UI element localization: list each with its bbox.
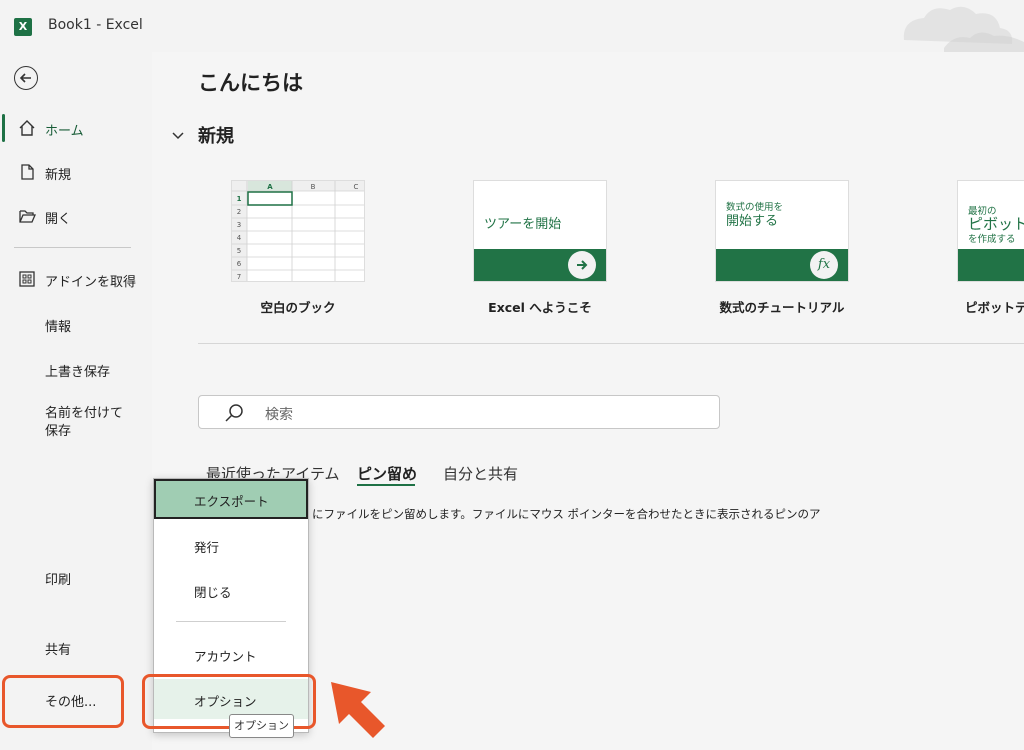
folder-open-icon: [19, 210, 36, 223]
template-caption: Excel へようこそ: [488, 300, 592, 315]
template-caption: 数式のチュートリアル: [719, 300, 845, 315]
function-fx-icon: fx: [810, 251, 838, 279]
green-band: [958, 249, 1024, 281]
back-arrow-icon: [19, 73, 31, 83]
sidebar-item-label: 新規: [45, 168, 72, 183]
sidebar-item-label: 共有: [45, 643, 72, 658]
tab-pinned[interactable]: ピン留め: [357, 463, 417, 484]
excel-app-icon: X: [14, 18, 32, 36]
row-number: 7: [237, 273, 241, 281]
back-button[interactable]: [14, 66, 38, 90]
pointer-arrow-icon: [331, 682, 385, 738]
tab-shared-with-me[interactable]: 自分と共有: [443, 463, 518, 484]
greeting-heading: こんにちは: [198, 71, 303, 95]
arrow-right-icon: [568, 251, 596, 279]
cloud-decoration-icon: [903, 6, 1024, 52]
column-header-c: C: [354, 183, 359, 191]
window-title: Book1 - Excel: [48, 17, 143, 33]
sidebar-item-home[interactable]: ホーム: [0, 108, 152, 148]
spreadsheet-grid-icon: A B C 1 2 3 4 5 6 7: [232, 181, 364, 281]
search-box[interactable]: 検索: [198, 395, 720, 429]
template-pivottable[interactable]: 最初の ピボットテ を作成する ピボットテー: [957, 180, 1024, 316]
row-number: 4: [237, 234, 242, 242]
template-welcome-excel[interactable]: ツアーを開始 Excel へようこそ: [473, 180, 607, 316]
sidebar-item-share[interactable]: 共有: [0, 627, 152, 667]
sidebar-item-label: 印刷: [45, 573, 72, 588]
chevron-down-icon: [172, 129, 188, 143]
sidebar-item-print[interactable]: 印刷: [0, 557, 152, 597]
row-number: 5: [237, 247, 241, 255]
menu-item-label: 閉じる: [194, 585, 232, 600]
thumb-big-text: 開始する: [726, 214, 779, 229]
sidebar-item-label: アドインを取得: [45, 275, 137, 290]
welcome-thumbnail: ツアーを開始: [473, 180, 607, 282]
sidebar-item-save-as[interactable]: 名前を付けて保存: [0, 393, 152, 443]
row-number: 1: [237, 195, 242, 203]
sidebar-item-label: ホーム: [45, 124, 84, 139]
title-bar: X Book1 - Excel: [0, 0, 1024, 52]
sidebar-item-save[interactable]: 上書き保存: [0, 349, 152, 389]
menu-item-publish[interactable]: 発行: [154, 525, 308, 565]
options-tooltip: オプション: [229, 714, 294, 738]
template-formula-tutorial[interactable]: 数式の使用を 開始する fx 数式のチュートリアル: [715, 180, 849, 316]
menu-item-close[interactable]: 閉じる: [154, 570, 308, 610]
pin-instructions: にファイルをピン留めします。ファイルにマウス ポインターを合わせたときに表示され…: [312, 507, 821, 521]
row-number: 3: [237, 221, 241, 229]
template-caption: 空白のブック: [260, 300, 336, 315]
section-divider: [198, 343, 1024, 344]
search-icon: [225, 404, 243, 422]
callout-more-highlight: [2, 675, 124, 728]
new-section-title: 新規: [198, 126, 234, 147]
row-number: 2: [237, 208, 241, 216]
menu-item-account[interactable]: アカウント: [154, 634, 308, 674]
sidebar-item-open[interactable]: 開く: [0, 196, 152, 236]
sidebar-divider: [14, 247, 131, 248]
row-number: 6: [237, 260, 242, 268]
sidebar-item-new[interactable]: 新規: [0, 152, 152, 192]
active-tab-indicator: [357, 484, 415, 486]
sidebar-item-label: 情報: [45, 320, 72, 335]
sidebar-item-label: 名前を付けて保存: [45, 406, 124, 439]
new-document-icon: [21, 164, 34, 180]
sidebar-item-label: 上書き保存: [45, 365, 111, 380]
sidebar-item-label: 開く: [45, 212, 72, 227]
new-section-header[interactable]: 新規: [172, 122, 234, 148]
blank-workbook-thumbnail: A B C 1 2 3 4 5 6 7: [231, 180, 365, 282]
search-placeholder: 検索: [265, 407, 293, 423]
pivot-thumbnail: 最初の ピボットテ を作成する: [957, 180, 1024, 282]
template-blank-workbook[interactable]: A B C 1 2 3 4 5 6 7 空白のブック: [231, 180, 365, 316]
menu-item-label: エクスポート: [194, 494, 269, 509]
menu-divider: [176, 621, 286, 622]
column-header-b: B: [311, 183, 316, 191]
template-caption: ピボットテー: [965, 300, 1024, 315]
home-icon: [19, 120, 35, 136]
menu-item-label: 発行: [194, 540, 220, 555]
thumb-text: ツアーを開始: [484, 217, 562, 232]
sidebar-item-info[interactable]: 情報: [0, 304, 152, 344]
column-header-a: A: [267, 183, 273, 191]
sidebar-item-get-addins[interactable]: アドインを取得: [0, 259, 152, 299]
thumb-small-text-2: を作成する: [968, 234, 1016, 245]
menu-item-label: アカウント: [194, 649, 257, 664]
addins-grid-icon: [19, 271, 35, 287]
backstage-sidebar: ホーム 新規 開く アドインを取得 情報 上書き保存 名前を付けて保存 印刷 共…: [0, 52, 152, 750]
menu-item-export[interactable]: エクスポート: [154, 479, 308, 519]
formula-thumbnail: 数式の使用を 開始する fx: [715, 180, 849, 282]
